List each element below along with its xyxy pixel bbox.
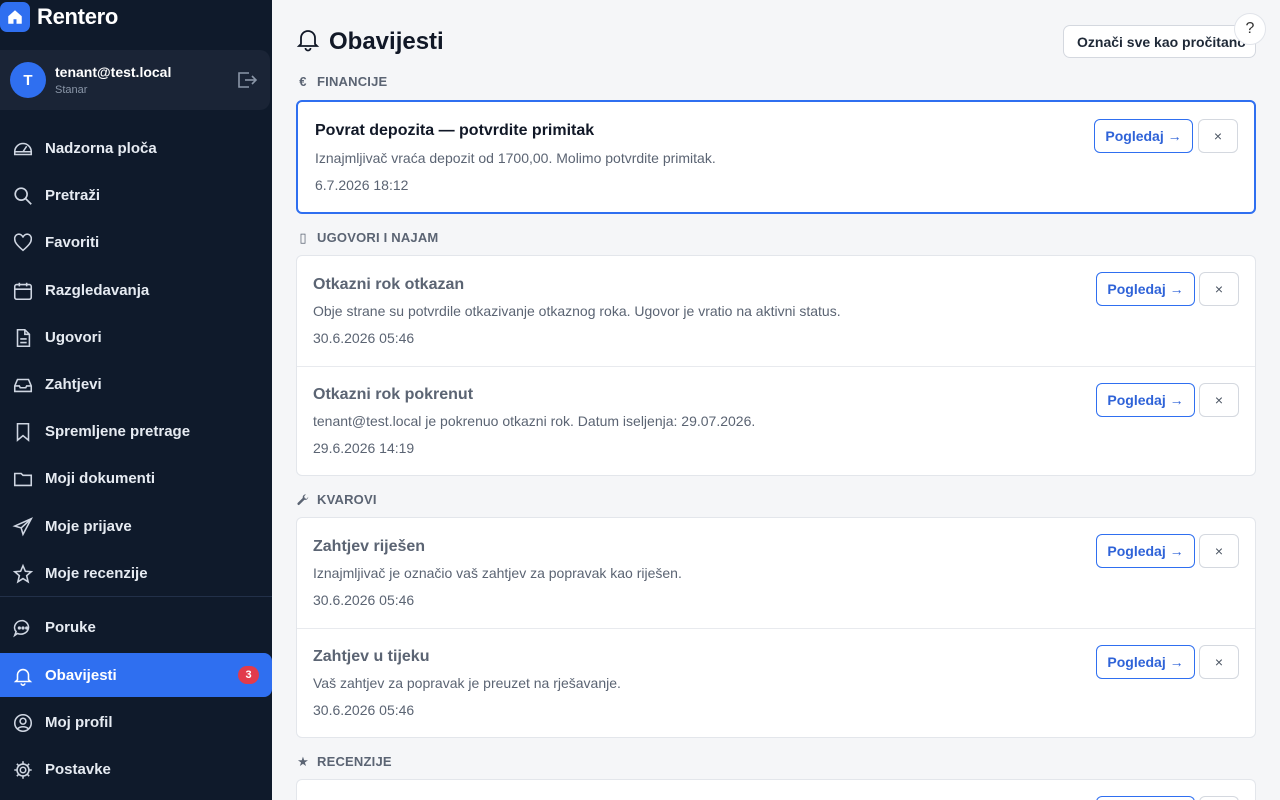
logout-icon[interactable]	[236, 70, 258, 90]
help-button[interactable]: ?	[1234, 13, 1266, 45]
dismiss-button[interactable]: ×	[1199, 272, 1239, 306]
section-header-contracts: ▯ UGOVORI I NAJAM	[296, 229, 438, 246]
sidebar-item-viewings[interactable]: Razgledavanja	[0, 268, 272, 312]
section-header-finance: € FINANCIJE	[296, 74, 387, 89]
sidebar-item-reviews[interactable]: Moje recenzije	[0, 551, 272, 595]
sidebar: Rentero T tenant@test.local Stanar Nadzo…	[0, 0, 272, 800]
bell-icon	[296, 26, 320, 57]
document-icon: ▯	[299, 229, 307, 245]
notification-item[interactable]: Povrat depozita — potvrdite primitak Izn…	[298, 102, 1254, 212]
bookmark-icon	[12, 421, 34, 443]
sidebar-item-profile[interactable]: Moj profil	[0, 700, 272, 744]
notification-card: Otkazni rok otkazan Obje strane su potvr…	[296, 255, 1256, 476]
notification-count-badge: 3	[238, 666, 259, 684]
chat-icon	[12, 617, 34, 639]
dismiss-button[interactable]: ×	[1199, 645, 1239, 679]
document-icon	[12, 327, 34, 349]
section-header-reviews: ★ RECENZIJE	[297, 753, 392, 770]
view-button[interactable]: Pogledaj →	[1096, 645, 1195, 679]
view-button[interactable]: Pogledaj →	[1094, 119, 1193, 153]
home-icon	[0, 2, 30, 32]
view-button[interactable]: Pogledaj →	[1096, 534, 1195, 568]
sidebar-item-dashboard[interactable]: Nadzorna ploča	[0, 126, 272, 170]
sidebar-item-notifications[interactable]: Obavijesti 3	[0, 653, 272, 697]
folder-icon	[12, 468, 34, 490]
calendar-icon	[12, 280, 34, 302]
notification-card: Zahtjev riješen Iznajmljivač je označio …	[296, 517, 1256, 738]
sidebar-item-documents[interactable]: Moji dokumenti	[0, 456, 272, 500]
page-title: Obavijesti	[329, 27, 444, 55]
euro-icon: €	[299, 74, 307, 89]
avatar: T	[10, 62, 46, 98]
dismiss-button[interactable]: ×	[1199, 383, 1239, 417]
sidebar-item-settings[interactable]: Postavke	[0, 747, 272, 791]
notification-item[interactable]: Otkazni rok pokrenut tenant@test.local j…	[297, 366, 1255, 475]
heart-icon	[12, 232, 34, 254]
sidebar-item-favorites[interactable]: Favoriti	[0, 220, 272, 264]
star-icon	[12, 563, 34, 585]
sidebar-item-requests[interactable]: Zahtjevi	[0, 362, 272, 406]
user-circle-icon	[12, 712, 34, 734]
dismiss-button[interactable]: ×	[1199, 534, 1239, 568]
wrench-icon	[296, 493, 310, 507]
user-email: tenant@test.local	[55, 64, 172, 80]
sidebar-divider	[0, 596, 272, 597]
sidebar-item-saved-searches[interactable]: Spremljene pretrage	[0, 409, 272, 453]
notification-card	[296, 779, 1256, 800]
brand[interactable]: Rentero	[0, 2, 118, 32]
notification-item[interactable]: Zahtjev riješen Iznajmljivač je označio …	[297, 518, 1255, 628]
sidebar-item-search[interactable]: Pretraži	[0, 173, 272, 217]
send-icon	[12, 516, 34, 538]
user-role: Stanar	[55, 84, 88, 96]
dismiss-button[interactable]: ×	[1198, 119, 1238, 153]
sidebar-item-contracts[interactable]: Ugovori	[0, 315, 272, 359]
page-header: Obavijesti	[296, 26, 444, 57]
star-icon: ★	[297, 753, 309, 769]
search-icon	[12, 185, 34, 207]
main-content: Obavijesti Označi sve kao pročitano ? € …	[272, 0, 1280, 800]
mark-all-read-button[interactable]: Označi sve kao pročitano	[1063, 25, 1256, 58]
sidebar-item-applications[interactable]: Moje prijave	[0, 504, 272, 548]
view-button[interactable]: Pogledaj →	[1096, 383, 1195, 417]
view-button[interactable]	[1096, 796, 1195, 800]
notification-card: Povrat depozita — potvrdite primitak Izn…	[296, 100, 1256, 214]
brand-name: Rentero	[37, 4, 119, 29]
view-button[interactable]: Pogledaj →	[1096, 272, 1195, 306]
dismiss-button[interactable]	[1199, 796, 1239, 800]
section-header-repairs: KVAROVI	[296, 492, 377, 507]
user-card: T tenant@test.local Stanar	[0, 50, 270, 110]
notification-item[interactable]: Otkazni rok otkazan Obje strane su potvr…	[297, 256, 1255, 366]
sidebar-item-messages[interactable]: Poruke	[0, 605, 272, 649]
inbox-icon	[12, 374, 34, 396]
notification-item[interactable]: Zahtjev u tijeku Vaš zahtjev za popravak…	[297, 628, 1255, 737]
gear-icon	[12, 759, 34, 781]
bell-icon	[12, 665, 34, 687]
dashboard-icon	[12, 138, 34, 160]
